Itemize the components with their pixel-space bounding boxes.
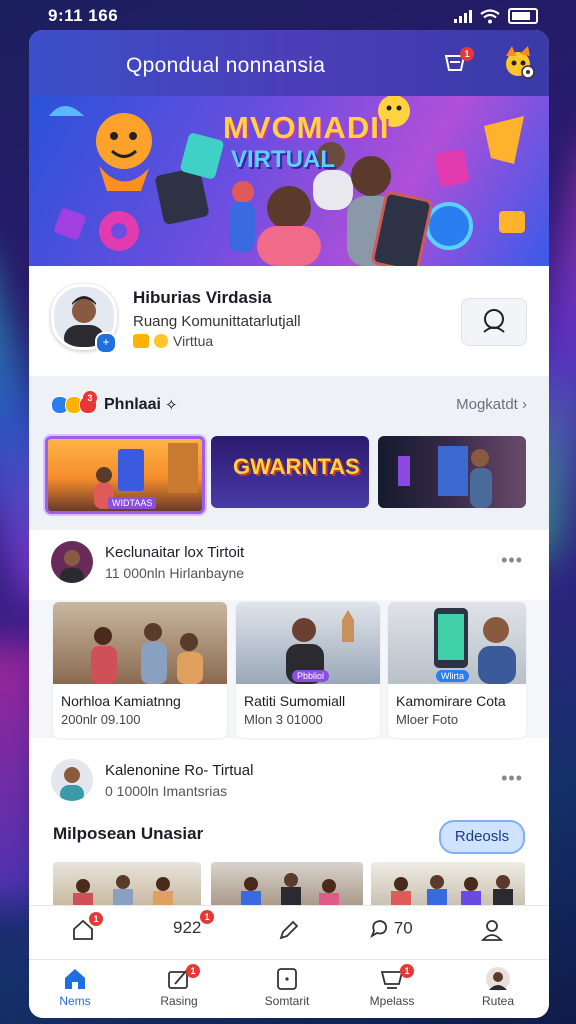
highlights-header: 3 Phnlaai ✧ Mogkatdt › (29, 376, 549, 430)
chat-count: 70 (393, 918, 413, 938)
post-author[interactable]: Kalenonine Ro- Tirtual (105, 762, 253, 779)
featured-header: Milposean Unasiar Rdeosls (29, 820, 549, 860)
profile-meta-text: Virttua (173, 333, 214, 349)
bottom-navigation: Nems 1 Rasing Somtarit 1 Mpelass Rutea (29, 959, 549, 1018)
post-avatar[interactable] (51, 759, 93, 801)
post-avatar[interactable] (51, 541, 93, 583)
tile-meta: Mloer Foto (396, 712, 459, 727)
app-header: Qpondual nonnansia 1 (29, 30, 549, 96)
app-title: Qpondual nonnansia (126, 54, 326, 77)
nav-label: Somtarit (264, 994, 310, 1008)
gallery-tile[interactable]: Norhloa Kamiatnng 200nlr 09.100 (53, 602, 227, 738)
pen-icon (279, 920, 299, 940)
verified-icon: + (95, 332, 117, 354)
nav-item-mpelass[interactable]: 1 Mpelass (347, 964, 437, 1016)
highlight-carousel: WIDTAAS GWARNTAS (29, 430, 549, 530)
bookmark-icon (277, 968, 297, 990)
status-bar: 9:11 166 (0, 0, 576, 30)
chat-icon (370, 920, 388, 939)
post-header: Kalenonine Ro- Tirtual 0 1000ln Imantsri… (29, 752, 549, 812)
nav-item-news[interactable]: Nems (30, 966, 120, 1016)
wifi-icon (480, 8, 500, 23)
featured-photos (29, 860, 549, 907)
profile-icon (486, 967, 510, 991)
notification-badge: 1 (400, 964, 414, 978)
highlights-more-link[interactable]: Mogkatdt › (456, 396, 527, 413)
inbox-badge: 1 (460, 47, 474, 61)
emoji-icon (154, 334, 168, 348)
nav-label: Mpelass (369, 994, 415, 1008)
tile-badge: Pbbliol (292, 670, 330, 682)
gallery-tile[interactable]: Pbbliol Ratiti Sumomiall Mlon 3 01000 (236, 602, 380, 738)
signal-icon (454, 9, 472, 23)
hero-banner[interactable]: MVOMADII VIRTUAL (29, 96, 549, 266)
chat-quick-button[interactable]: 70 (369, 918, 413, 946)
gallery-tile[interactable]: Wlirta Kamomirare Cota Mloer Foto (388, 602, 526, 738)
tile-image (53, 602, 227, 684)
search-button[interactable] (461, 298, 527, 346)
featured-photo[interactable] (53, 862, 201, 907)
tile-title: Norhloa Kamiatnng (61, 693, 181, 709)
status-icons (454, 8, 538, 24)
tile-image: Wlirta (388, 602, 526, 684)
count-label: 922 (173, 918, 202, 937)
tile-title: Kamomirare Cota (396, 693, 506, 709)
highlights-badge: 3 (83, 391, 97, 405)
sparkle-icon: ✧ (165, 397, 178, 414)
user-icon (480, 920, 504, 941)
nav-label: Nems (59, 994, 91, 1008)
nav-label: Rutea (481, 994, 515, 1008)
notification-badge: 1 (89, 912, 103, 926)
featured-photo[interactable] (371, 862, 525, 907)
notification-badge: 1 (186, 964, 200, 978)
nav-label: Rasing (160, 994, 198, 1008)
tile-meta: Mlon 3 01000 (244, 712, 323, 727)
more-options-icon[interactable]: ••• (501, 768, 523, 789)
tile-meta: 200nlr 09.100 (61, 712, 141, 727)
banner-subheadline: VIRTUAL (231, 146, 335, 173)
search-people-icon (483, 309, 505, 333)
featured-button[interactable]: Rdeosls (439, 820, 525, 854)
nav-item-rasing[interactable]: 1 Rasing (134, 964, 224, 1016)
featured-photo[interactable] (211, 862, 363, 907)
nav-item-profile[interactable]: Rutea (453, 966, 543, 1016)
highlights-title: Phnlaai (104, 396, 161, 413)
profile-name: Hiburias Virdasia (133, 288, 272, 307)
post-subtitle: 0 1000ln Imantsrias (105, 783, 228, 799)
highlight-card[interactable]: WIDTAAS (45, 436, 205, 514)
app-window: Qpondual nonnansia 1 MVOMADII VIRTUAL + … (29, 30, 549, 1018)
home-quick-button[interactable]: 1 (71, 912, 103, 946)
post-author[interactable]: Keclunaitar lox Tirtoit (105, 544, 244, 561)
featured-title: Milposean Unasiar (53, 824, 204, 843)
user-quick-button[interactable] (480, 918, 504, 946)
inbox-button[interactable]: 1 (444, 47, 474, 75)
banner-headline: MVOMADII (223, 110, 390, 145)
highlight-card[interactable] (378, 436, 526, 508)
home-icon (65, 969, 85, 989)
card-label: WIDTAAS (108, 497, 157, 509)
badge-icon (133, 334, 149, 348)
count-quick-button[interactable]: 922 1 (173, 910, 214, 946)
tile-badge: Wlirta (436, 670, 469, 682)
profile-meta: Virttua (133, 333, 213, 349)
compose-quick-button[interactable] (277, 918, 301, 946)
mascot-icon[interactable] (500, 44, 536, 80)
profile-card: + Hiburias Virdasia Ruang Komunittatarlu… (29, 266, 549, 376)
post-subtitle: 11 000nln Hirlanbayne (105, 565, 245, 581)
card-label: GWARNTAS (233, 454, 360, 479)
post-header: Keclunaitar lox Tirtoit 11 000nln Hirlan… (29, 534, 549, 594)
quick-actions-bar: 1 922 1 70 (29, 905, 549, 960)
tile-title: Ratiti Sumomiall (244, 693, 346, 709)
status-time: 9:11 166 (48, 6, 119, 25)
profile-subtitle: Ruang Komunittatarlutjall (133, 313, 301, 330)
chevron-right-icon: › (522, 396, 527, 413)
post-gallery: Norhloa Kamiatnng 200nlr 09.100 Pbbliol … (29, 600, 549, 738)
tile-image: Pbbliol (236, 602, 380, 684)
feed: Keclunaitar lox Tirtoit 11 000nln Hirlan… (29, 530, 549, 907)
nav-item-somtarit[interactable]: Somtarit (242, 966, 332, 1016)
more-options-icon[interactable]: ••• (501, 550, 523, 571)
battery-icon (508, 8, 538, 24)
highlight-card[interactable]: GWARNTAS (211, 436, 369, 508)
notification-badge: 1 (200, 910, 214, 924)
